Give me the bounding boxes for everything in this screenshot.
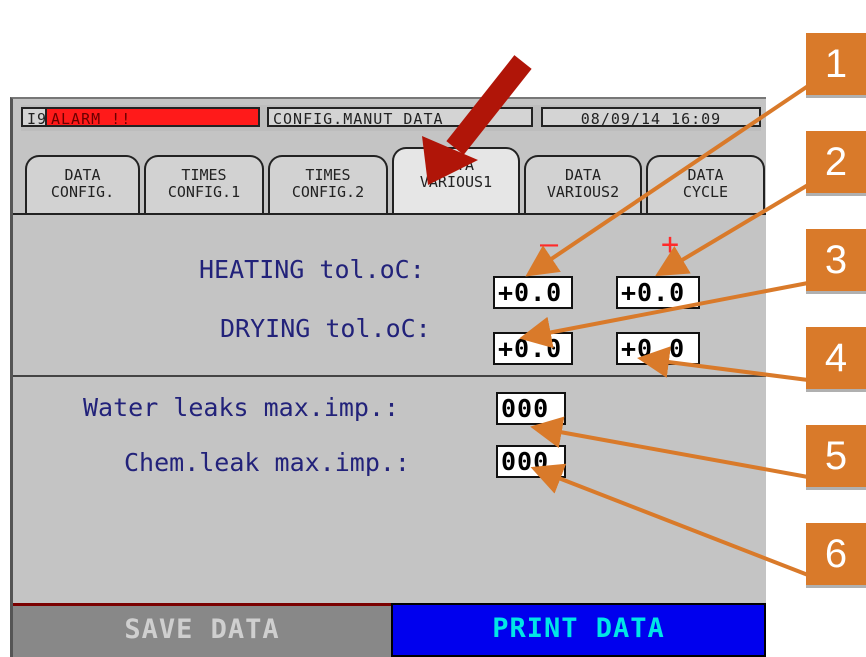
callout-badge-4: 4 bbox=[806, 327, 866, 392]
callout-badge-1: 1 bbox=[806, 33, 866, 98]
tab-bar: DATA CONFIG. TIMES CONFIG.1 TIMES CONFIG… bbox=[25, 137, 765, 213]
callout-badge-2: 2 bbox=[806, 131, 866, 196]
tab-data-various-1[interactable]: DATA VARIOUS1 bbox=[392, 147, 520, 213]
tab-data-config[interactable]: DATA CONFIG. bbox=[25, 155, 140, 213]
alarm-indicator[interactable]: ALARM !! bbox=[45, 107, 260, 127]
minus-column-header: — bbox=[540, 227, 559, 262]
tab-data-various-2[interactable]: DATA VARIOUS2 bbox=[524, 155, 642, 213]
datetime-display: 08/09/14 16:09 bbox=[541, 107, 761, 127]
heating-tolerance-label: HEATING tol.oC: bbox=[199, 255, 425, 284]
tab-times-config-2[interactable]: TIMES CONFIG.2 bbox=[268, 155, 388, 213]
status-code: I9 bbox=[21, 107, 47, 127]
callout-badge-5: 5 bbox=[806, 425, 866, 490]
hmi-panel: I9 ALARM !! CONFIG.MANUT DATA 08/09/14 1… bbox=[10, 97, 766, 657]
heating-plus-field[interactable]: +0.0 bbox=[616, 276, 700, 309]
section-separator bbox=[13, 375, 766, 377]
plus-column-header: + bbox=[661, 227, 680, 262]
callout-badge-3: 3 bbox=[806, 229, 866, 294]
drying-minus-field[interactable]: +0.0 bbox=[493, 332, 573, 365]
water-leaks-field[interactable]: 000 bbox=[496, 392, 566, 425]
print-data-button[interactable]: PRINT DATA bbox=[391, 603, 766, 657]
heating-minus-field[interactable]: +0.0 bbox=[493, 276, 573, 309]
tab-divider bbox=[13, 213, 766, 215]
status-bar: I9 ALARM !! CONFIG.MANUT DATA 08/09/14 1… bbox=[21, 105, 761, 131]
annotated-screenshot: I9 ALARM !! CONFIG.MANUT DATA 08/09/14 1… bbox=[0, 0, 866, 657]
save-data-button[interactable]: SAVE DATA bbox=[13, 603, 391, 657]
chem-leak-label: Chem.leak max.imp.: bbox=[124, 448, 410, 477]
drying-plus-field[interactable]: +0.0 bbox=[616, 332, 700, 365]
chem-leak-field[interactable]: 000 bbox=[496, 445, 566, 478]
callout-badge-6: 6 bbox=[806, 523, 866, 588]
water-leaks-label: Water leaks max.imp.: bbox=[83, 393, 400, 422]
mode-indicator: CONFIG.MANUT DATA bbox=[267, 107, 533, 127]
tab-times-config-1[interactable]: TIMES CONFIG.1 bbox=[144, 155, 264, 213]
drying-tolerance-label: DRYING tol.oC: bbox=[220, 314, 431, 343]
tab-data-cycle[interactable]: DATA CYCLE bbox=[646, 155, 765, 213]
